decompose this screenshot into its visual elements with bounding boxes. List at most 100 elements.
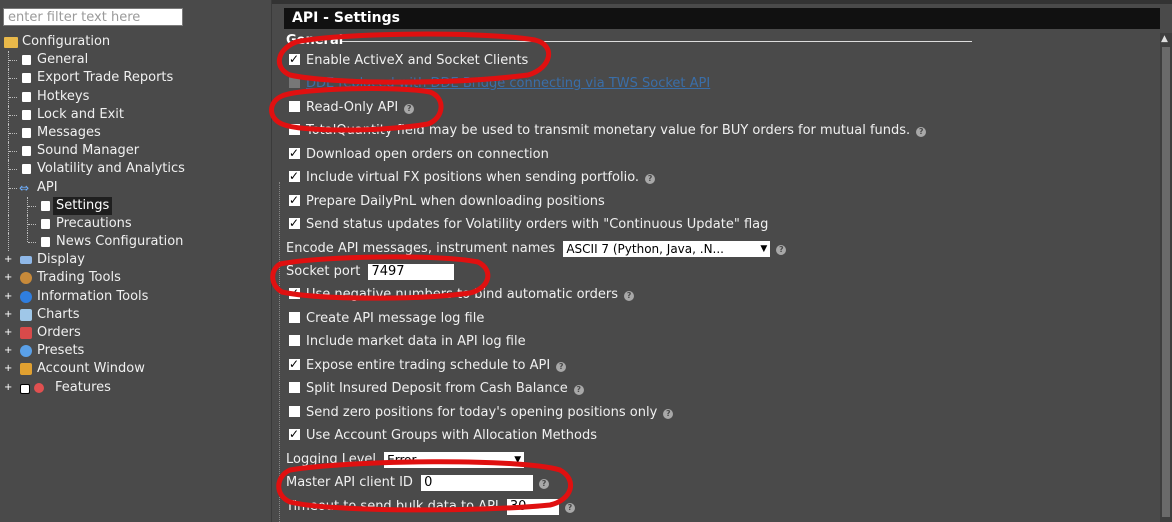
page-icon xyxy=(22,73,31,84)
page-title: API - Settings xyxy=(284,8,1160,29)
option-socket-port: Socket port 7497 xyxy=(286,262,455,282)
logging-level-select[interactable]: Error ▼ xyxy=(384,451,525,468)
master-client-id-input[interactable]: 0 xyxy=(421,474,534,491)
scroll-up-icon[interactable]: ▲ xyxy=(1161,34,1168,44)
option-prepare-dailypnl[interactable]: Prepare DailyPnL when downloading positi… xyxy=(289,190,605,212)
settings-content: General Enable ActiveX and Socket Client… xyxy=(272,33,1158,522)
checkbox[interactable] xyxy=(289,166,300,186)
checkbox[interactable] xyxy=(289,283,300,303)
option-split-insured[interactable]: Split Insured Deposit from Cash Balance? xyxy=(289,379,584,399)
page-icon xyxy=(22,109,31,120)
checkbox[interactable] xyxy=(289,124,300,135)
filter-input[interactable] xyxy=(3,8,183,26)
help-icon[interactable]: ? xyxy=(645,174,656,184)
tree-item-lock-and-exit[interactable]: Lock and Exit xyxy=(0,105,271,124)
encoding-select[interactable]: ASCII 7 (Python, Java, .N... ▼ xyxy=(563,240,771,257)
option-send-status-updates[interactable]: Send status updates for Volatility order… xyxy=(289,213,768,235)
checkbox[interactable] xyxy=(289,354,300,374)
tree-item-orders[interactable]: + Orders xyxy=(0,324,271,342)
option-enable-activex[interactable]: Enable ActiveX and Socket Clients xyxy=(289,49,528,71)
option-download-open-orders[interactable]: Download open orders on connection xyxy=(289,143,549,165)
option-include-market-data[interactable]: Include market data in API log file xyxy=(289,332,526,352)
tree-item-api[interactable]: ⇔ API xyxy=(0,178,271,197)
page-icon xyxy=(22,164,31,175)
tree-item-news-configuration[interactable]: News Configuration xyxy=(0,233,271,252)
option-send-zero[interactable]: Send zero positions for today's opening … xyxy=(289,403,674,423)
account-icon xyxy=(20,363,32,376)
scroll-thumb[interactable] xyxy=(1162,47,1170,517)
tree-item-hotkeys[interactable]: Hotkeys xyxy=(0,87,271,106)
checkbox[interactable] xyxy=(289,190,300,210)
tree-item-messages[interactable]: Messages xyxy=(0,123,271,142)
expand-icon[interactable]: + xyxy=(4,309,12,319)
dde-link[interactable]: DDE replaced with DDE Bridge connecting … xyxy=(306,76,710,91)
help-icon[interactable]: ? xyxy=(556,362,567,372)
checkbox[interactable] xyxy=(289,49,300,69)
checkbox[interactable] xyxy=(289,382,300,393)
option-dde: DDE replaced with DDE Bridge connecting … xyxy=(289,74,710,94)
option-encode-messages: Encode API messages, instrument names AS… xyxy=(286,239,787,259)
expand-icon[interactable]: + xyxy=(4,273,12,283)
checkbox[interactable] xyxy=(289,406,300,417)
settings-tree: Configuration General Export Trade Repor… xyxy=(0,33,271,397)
expand-icon[interactable]: + xyxy=(4,255,12,265)
page-icon xyxy=(22,55,31,66)
api-arrows-icon: ⇔ xyxy=(19,180,30,195)
settings-panel: API - Settings General Enable ActiveX an… xyxy=(272,0,1172,522)
expand-icon[interactable]: + xyxy=(4,328,12,338)
tree-item-precautions[interactable]: Precautions xyxy=(0,214,271,233)
help-icon[interactable]: ? xyxy=(404,104,415,114)
chevron-down-icon: ▼ xyxy=(514,454,522,465)
info-icon xyxy=(20,290,32,303)
help-icon[interactable]: ? xyxy=(776,245,787,255)
option-timeout: Timeout to send bulk data to API 30? xyxy=(286,497,575,517)
timeout-input[interactable]: 30 xyxy=(506,498,559,515)
socket-port-input[interactable]: 7497 xyxy=(368,263,455,280)
chart-icon xyxy=(20,308,32,321)
help-icon[interactable]: ? xyxy=(573,385,584,395)
option-include-virtual-fx[interactable]: Include virtual FX positions when sendin… xyxy=(289,166,656,188)
tree-item-display[interactable]: + Display xyxy=(0,251,271,269)
option-create-log[interactable]: Create API message log file xyxy=(289,309,484,329)
tree-item-account-window[interactable]: + Account Window xyxy=(0,360,271,378)
display-icon xyxy=(20,256,32,265)
help-icon[interactable]: ? xyxy=(564,503,575,513)
option-expose-schedule[interactable]: Expose entire trading schedule to API? xyxy=(289,354,567,376)
page-icon xyxy=(41,200,50,211)
tree-item-settings[interactable]: Settings xyxy=(0,196,271,215)
tree-item-sound-manager[interactable]: Sound Manager xyxy=(0,142,271,161)
checkbox[interactable] xyxy=(289,143,300,163)
expand-icon[interactable]: + xyxy=(4,364,12,374)
expand-icon[interactable]: + xyxy=(4,382,12,392)
tree-item-features[interactable]: + Features xyxy=(0,379,271,397)
checkbox xyxy=(289,77,300,88)
help-icon[interactable]: ? xyxy=(539,479,550,489)
tree-item-charts[interactable]: + Charts xyxy=(0,306,271,324)
checkbox[interactable] xyxy=(289,213,300,233)
checkbox[interactable] xyxy=(289,424,300,444)
tree-item-information-tools[interactable]: + Information Tools xyxy=(0,288,271,306)
tree-item-general[interactable]: General xyxy=(0,51,271,70)
help-icon[interactable]: ? xyxy=(663,409,674,419)
sidebar: Configuration General Export Trade Repor… xyxy=(0,0,272,522)
option-read-only[interactable]: Read-Only API? xyxy=(289,98,415,118)
checkbox[interactable] xyxy=(289,101,300,112)
help-icon[interactable]: ? xyxy=(916,127,927,137)
tree-item-export-trade-reports[interactable]: Export Trade Reports xyxy=(0,69,271,88)
tree-item-trading-tools[interactable]: + Trading Tools xyxy=(0,269,271,287)
checkbox[interactable] xyxy=(289,312,300,323)
option-use-account-groups[interactable]: Use Account Groups with Allocation Metho… xyxy=(289,424,597,446)
option-master-client-id: Master API client ID 0? xyxy=(286,473,550,493)
checkbox[interactable] xyxy=(289,335,300,346)
option-total-quantity[interactable]: TotalQuantity field may be used to trans… xyxy=(289,121,927,141)
expand-icon[interactable]: + xyxy=(4,291,12,301)
tree-item-configuration[interactable]: Configuration xyxy=(0,33,271,51)
tree-item-volatility-analytics[interactable]: Volatility and Analytics xyxy=(0,160,271,179)
help-icon[interactable]: ? xyxy=(624,291,635,301)
vertical-scrollbar[interactable]: ▲ xyxy=(1160,33,1172,522)
tree-item-presets[interactable]: + Presets xyxy=(0,342,271,360)
features-icon xyxy=(34,382,44,393)
option-use-negative[interactable]: Use negative numbers to bind automatic o… xyxy=(289,283,635,305)
expand-icon[interactable]: + xyxy=(4,346,12,356)
orders-icon xyxy=(20,327,32,339)
